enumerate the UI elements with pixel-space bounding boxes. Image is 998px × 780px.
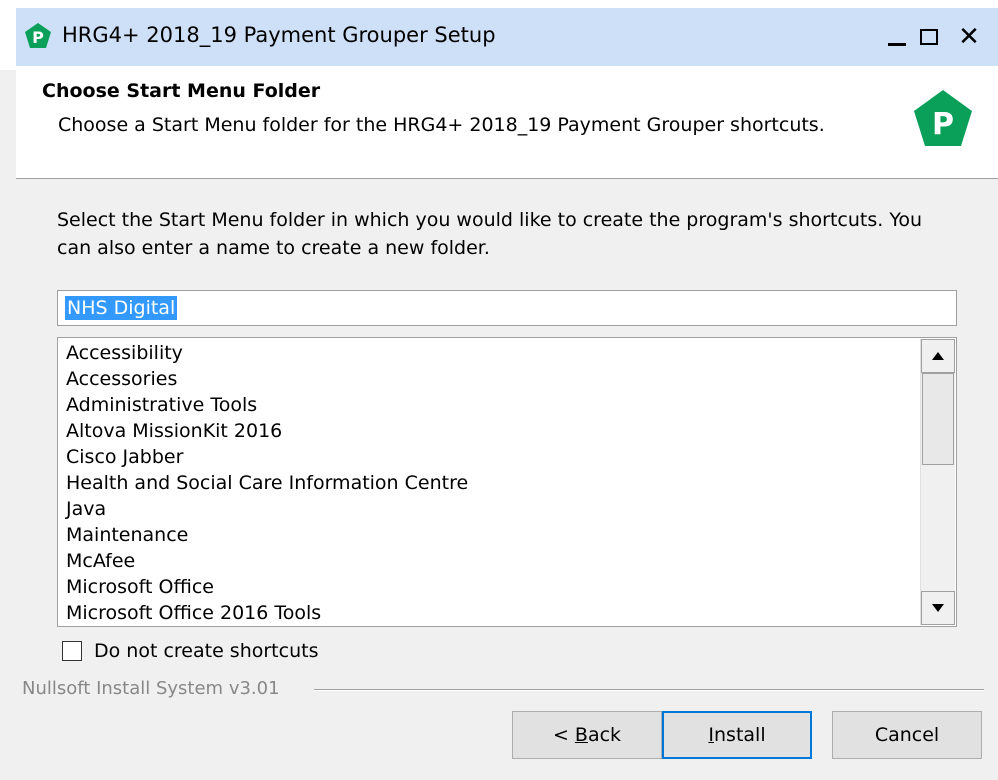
app-icon: P	[24, 22, 52, 50]
svg-text:P: P	[932, 107, 954, 142]
page-title: Choose Start Menu Folder	[42, 80, 321, 102]
list-item[interactable]: Java	[66, 496, 916, 522]
list-item[interactable]: Administrative Tools	[66, 392, 916, 418]
instructions-text: Select the Start Menu folder in which yo…	[57, 209, 923, 259]
back-button-accel: B	[574, 724, 588, 746]
no-shortcuts-row[interactable]: Do not create shortcuts	[62, 638, 318, 664]
window-titlebar: P HRG4+ 2018_19 Payment Grouper Setup ✕	[0, 0, 998, 70]
cancel-button[interactable]: Cancel	[832, 711, 982, 759]
list-item[interactable]: McAfee	[66, 548, 916, 574]
page-subtitle: Choose a Start Menu folder for the HRG4+…	[58, 114, 825, 136]
list-item[interactable]: Accessories	[66, 366, 916, 392]
nsis-branding: Nullsoft Install System v3.01	[22, 678, 280, 699]
list-item[interactable]: Health and Social Care Information Centr…	[66, 470, 916, 496]
folder-list-items: Accessibility Accessories Administrative…	[66, 340, 916, 626]
window-title: HRG4+ 2018_19 Payment Grouper Setup	[62, 23, 496, 47]
titlebar-background: P HRG4+ 2018_19 Payment Grouper Setup ✕	[16, 8, 998, 66]
header-panel: Choose Start Menu Folder Choose a Start …	[16, 70, 998, 179]
vertical-scrollbar[interactable]	[920, 339, 955, 625]
list-item[interactable]: Maintenance	[66, 522, 916, 548]
install-button[interactable]: Install	[662, 711, 812, 759]
folder-list[interactable]: Accessibility Accessories Administrative…	[57, 337, 957, 627]
back-button-rest: ack	[587, 724, 622, 746]
scroll-thumb[interactable]	[922, 373, 954, 465]
back-button[interactable]: < Back	[512, 711, 662, 759]
scroll-down-icon[interactable]	[921, 591, 955, 625]
list-item[interactable]: Microsoft Office 2016 Tools	[66, 600, 916, 626]
list-item[interactable]: Altova MissionKit 2016	[66, 418, 916, 444]
minimize-icon[interactable]	[882, 22, 912, 52]
no-shortcuts-checkbox[interactable]	[62, 641, 82, 661]
no-shortcuts-label[interactable]: Do not create shortcuts	[94, 638, 318, 664]
maximize-icon[interactable]	[914, 22, 944, 52]
folder-name-selected-text: NHS Digital	[65, 296, 178, 320]
installer-logo-icon: P	[910, 86, 976, 152]
folder-name-input[interactable]	[57, 290, 957, 326]
close-icon[interactable]: ✕	[954, 22, 984, 52]
list-item[interactable]: Cisco Jabber	[66, 444, 916, 470]
back-button-prefix: <	[552, 724, 575, 746]
svg-text:P: P	[32, 28, 44, 47]
install-button-rest: nstall	[714, 724, 766, 746]
footer-divider	[314, 689, 984, 691]
list-item[interactable]: Accessibility	[66, 340, 916, 366]
scroll-up-icon[interactable]	[921, 339, 955, 373]
list-item[interactable]: Microsoft Office	[66, 574, 916, 600]
